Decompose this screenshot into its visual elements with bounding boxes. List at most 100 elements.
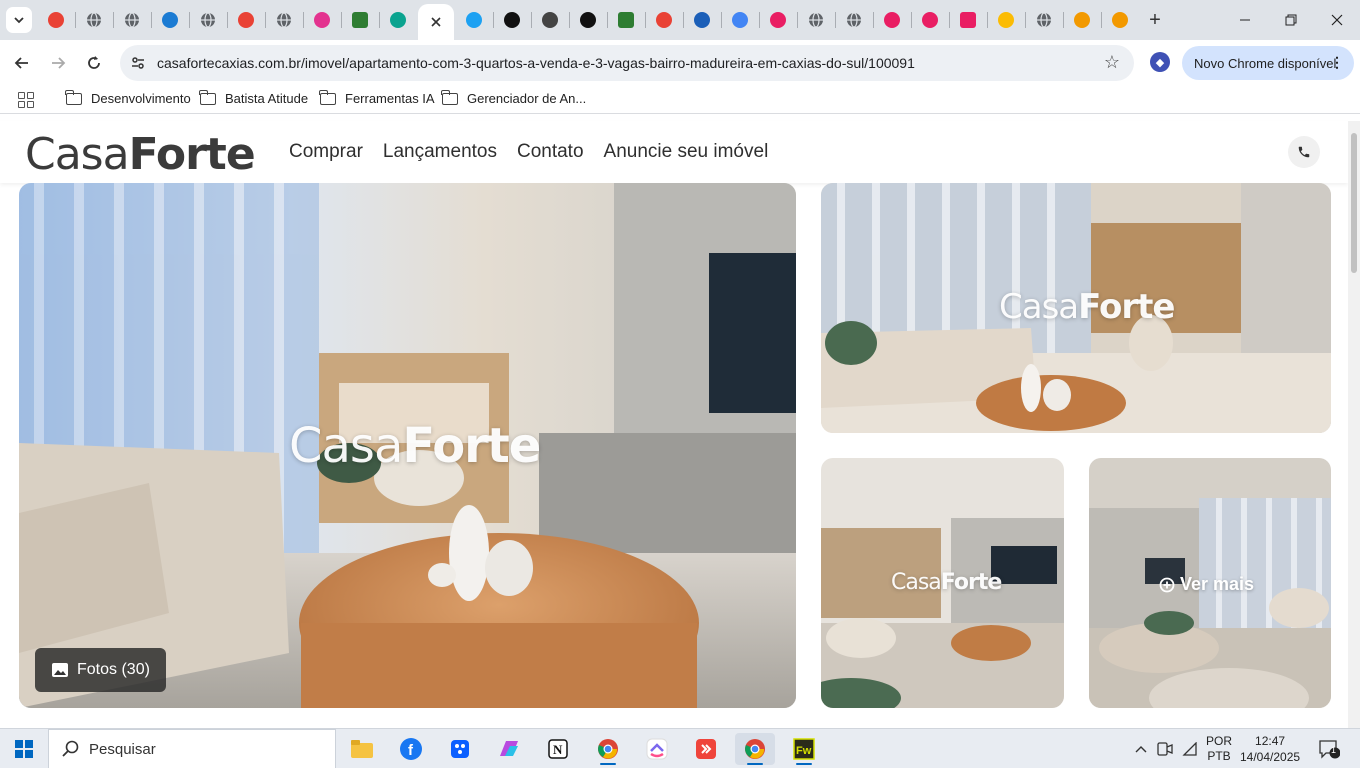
globe-icon [808,12,824,28]
start-button[interactable] [0,729,48,768]
scrollbar-thumb[interactable] [1351,133,1357,273]
bookmark-folder[interactable]: Batista Atitude [199,89,308,106]
bookmark-folder[interactable]: Desenvolvimento [65,89,191,106]
fireworks-app[interactable]: Fw [784,733,824,765]
browser-tab[interactable] [114,5,150,35]
browser-tab[interactable] [418,4,454,40]
microsoft-365-app[interactable] [489,733,529,765]
page-scrollbar[interactable] [1348,121,1360,728]
bookmark-label: Ferramentas IA [345,91,435,106]
bookmark-star-icon[interactable]: ☆ [1104,52,1120,73]
browser-tab[interactable] [38,5,74,35]
globe-icon [200,12,216,28]
clickup-app[interactable] [637,733,677,765]
browser-tab[interactable] [684,5,720,35]
apps-grid-icon[interactable] [18,92,34,108]
phone-button[interactable] [1288,136,1320,168]
minimize-button[interactable] [1222,0,1268,40]
eye-icon [504,12,520,28]
facebook-app[interactable]: f [391,733,431,765]
site-info-icon[interactable] [128,53,148,73]
microsoft-365-icon [500,741,518,756]
bookmark-folder[interactable]: Ferramentas IA [319,89,435,106]
browser-tab[interactable] [76,5,112,35]
browser-tab[interactable] [1102,5,1138,35]
keyboard-layout: PTB [1207,749,1231,763]
browser-tab[interactable] [722,5,758,35]
logo-bold: Forte [128,129,256,180]
browser-tab[interactable] [950,5,986,35]
globe-icon [124,12,140,28]
browser-tab[interactable] [304,5,340,35]
browser-tab[interactable] [760,5,796,35]
notion-app[interactable]: N [538,733,578,765]
bookmark-folder[interactable]: Gerenciador de An... [441,89,586,106]
clock-date: 14/04/2025 [1240,750,1301,764]
restore-button[interactable] [1268,0,1314,40]
close-window-button[interactable] [1314,0,1360,40]
browser-tab[interactable] [988,5,1024,35]
browser-tab[interactable] [456,5,492,35]
meet-now-button[interactable] [1154,729,1176,768]
see-more-button[interactable]: Ver mais [1159,574,1254,595]
browser-tab[interactable] [874,5,910,35]
browser-tab[interactable] [1026,5,1062,35]
browser-tab[interactable] [494,5,530,35]
tray-overflow-button[interactable] [1130,729,1152,768]
file-explorer-app[interactable] [342,733,382,765]
update-label: Novo Chrome disponível [1194,55,1337,71]
browser-tab[interactable] [190,5,226,35]
tab-search-button[interactable] [6,7,32,33]
fireworks-icon: Fw [793,738,815,760]
menu-dots-icon[interactable]: ⋮ [1330,54,1344,71]
taskbar-search[interactable]: Pesquisar [48,729,336,768]
reload-button[interactable] [79,48,109,78]
nav-contato[interactable]: Contato [517,141,584,163]
chrome-update-button[interactable]: Novo Chrome disponível ⋮ [1182,46,1354,80]
nav-lancamentos[interactable]: Lançamentos [383,141,497,163]
network-button[interactable] [1178,729,1202,768]
logo-light: Casa [25,129,130,180]
nav-comprar[interactable]: Comprar [289,141,363,163]
browser-tab[interactable] [570,5,606,35]
gallery-photo-2[interactable]: CasaForte [821,183,1331,433]
browser-tab[interactable] [532,5,568,35]
browser-tab[interactable] [798,5,834,35]
windows-logo-icon [15,740,33,758]
folder-icon [65,89,82,105]
globe-icon [276,12,292,28]
main-photo[interactable]: CasaForte Fotos (30) [19,183,796,708]
clickup-icon [646,738,668,760]
anydesk-app[interactable] [686,733,726,765]
url-text[interactable]: casafortecaxias.com.br/imovel/apartament… [157,55,915,71]
nav-anuncie[interactable]: Anuncie seu imóvel [604,141,769,163]
new-tab-button[interactable]: + [1143,8,1167,32]
photos-button[interactable]: Fotos (30) [35,648,166,692]
extension-icon[interactable]: ◆ [1150,52,1170,72]
browser-tab[interactable] [646,5,682,35]
browser-tab[interactable] [342,5,378,35]
browser-tab[interactable] [228,5,264,35]
dots-app[interactable] [440,733,480,765]
browser-tab[interactable] [380,5,416,35]
notifications-button[interactable]: 1 [1314,729,1344,768]
address-bar[interactable]: casafortecaxias.com.br/imovel/apartament… [120,45,1134,81]
browser-tab[interactable] [608,5,644,35]
browser-tab[interactable] [152,5,188,35]
site-logo[interactable]: CasaForte [25,129,256,180]
forward-button[interactable] [43,48,73,78]
browser-tab[interactable] [1064,5,1100,35]
language-indicator[interactable]: POR PTB [1204,729,1234,768]
wifi-icon [1182,742,1197,756]
back-button[interactable] [7,48,37,78]
browser-tab[interactable] [266,5,302,35]
browser-tab[interactable] [836,5,872,35]
system-clock[interactable]: 12:47 14/04/2025 [1240,733,1300,765]
bookmarks-bar: Desenvolvimento Batista Atitude Ferramen… [0,86,1360,114]
gallery-photo-4[interactable]: Ver mais [1089,458,1331,708]
main-nav: Comprar Lançamentos Contato Anuncie seu … [289,141,768,163]
chrome-app[interactable] [588,733,628,765]
browser-tab[interactable] [912,5,948,35]
gallery-photo-3[interactable]: CasaForte [821,458,1064,708]
chrome-app-active[interactable] [735,733,775,765]
